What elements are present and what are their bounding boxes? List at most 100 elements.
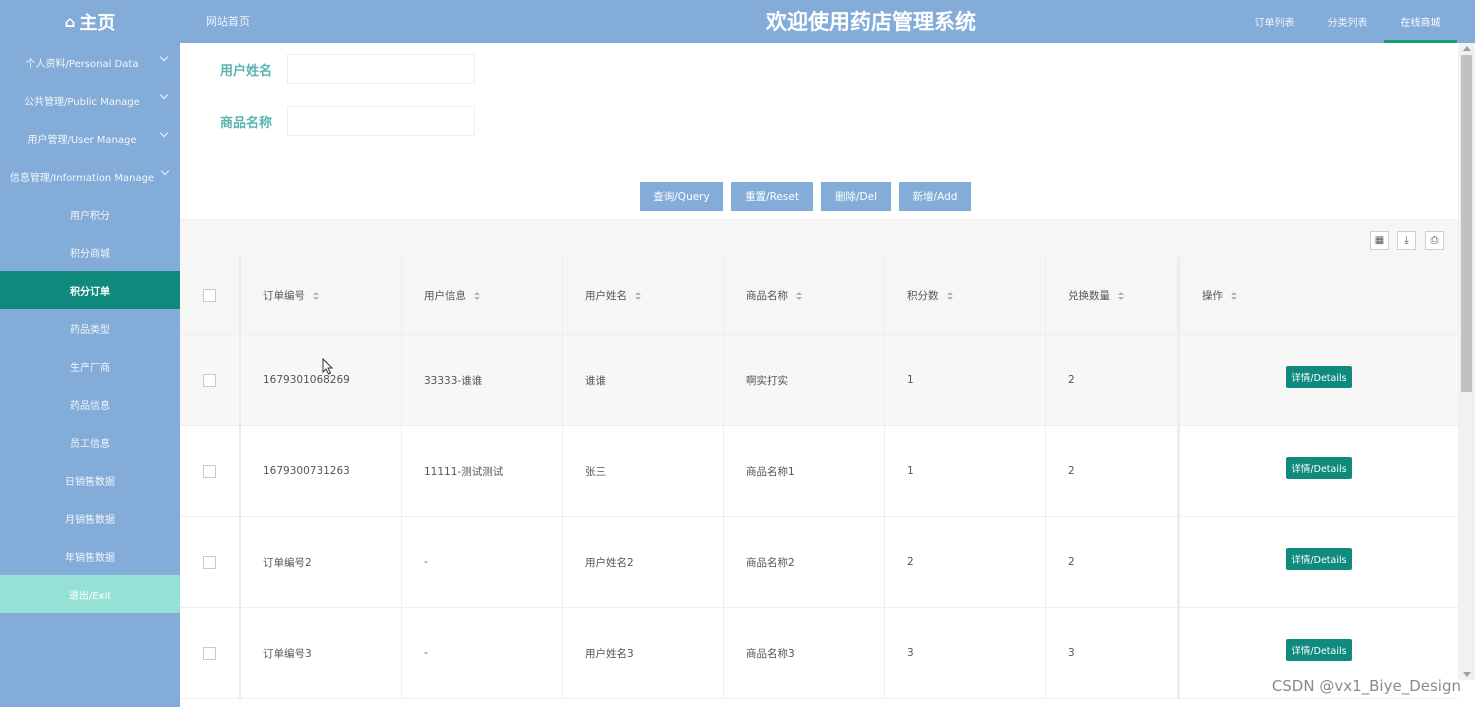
sidebar-group-label: 公共管理/Public Manage (24, 96, 140, 108)
user-name-input[interactable] (287, 54, 475, 84)
column-title: 操作 (1202, 290, 1223, 302)
column-header-points[interactable]: 积分数 (885, 257, 1046, 334)
sidebar-item-drug-types[interactable]: 药品类型 (0, 309, 180, 347)
sidebar-item-daily-sales[interactable]: 日销售数据 (0, 461, 180, 499)
sidebar-item-staff-info[interactable]: 员工信息 (0, 423, 180, 461)
column-title: 订单编号 (263, 290, 305, 302)
sidebar-item-drug-info[interactable]: 药品信息 (0, 385, 180, 423)
cell-order-no: 订单编号3 (241, 608, 402, 698)
header-checkbox-cell (180, 257, 241, 334)
column-title: 用户姓名 (585, 290, 627, 302)
scrollbar-thumb[interactable] (1461, 55, 1472, 392)
export-icon[interactable]: ⤓ (1397, 231, 1416, 250)
column-header-product-name[interactable]: 商品名称 (724, 257, 885, 334)
main-content: 用户姓名 商品名称 查询/Query 重置/Reset 删除/Del 新增/Ad… (180, 43, 1458, 707)
column-header-actions[interactable]: 操作 (1178, 257, 1458, 334)
sort-icon[interactable] (946, 291, 953, 300)
search-user-name-row: 用户姓名 (220, 54, 475, 84)
sidebar-group-personal-data[interactable]: 个人资料/Personal Data (0, 43, 180, 81)
details-button[interactable]: 详情/Details (1286, 548, 1352, 570)
row-checkbox-cell (180, 517, 241, 607)
search-product-name-row: 商品名称 (220, 106, 475, 136)
sidebar-group-information-manage[interactable]: 信息管理/Information Manage (0, 157, 180, 195)
sidebar-group-user-manage[interactable]: 用户管理/User Manage (0, 119, 180, 157)
cell-actions: 详情/Details (1178, 517, 1458, 607)
sort-icon[interactable] (313, 291, 319, 300)
brand-label: 主页 (79, 12, 116, 34)
select-all-checkbox[interactable] (203, 289, 216, 302)
chevron-down-icon (159, 128, 169, 138)
reset-button[interactable]: 重置/Reset (731, 182, 813, 211)
table-row[interactable]: 订单编号2 - 用户姓名2 商品名称2 2 2 详情/Details (180, 517, 1458, 608)
scroll-up-icon[interactable] (1463, 46, 1471, 51)
cell-user-name: 用户姓名2 (563, 517, 724, 607)
columns-icon[interactable]: ▦ (1370, 231, 1389, 250)
column-header-quantity[interactable]: 兑换数量 (1046, 257, 1178, 334)
scroll-down-icon[interactable] (1463, 672, 1471, 677)
sort-icon[interactable] (796, 291, 802, 300)
cell-actions: 详情/Details (1178, 335, 1458, 425)
sidebar-group-label: 用户管理/User Manage (27, 134, 137, 146)
sidebar-exit-button[interactable]: 退出/Exit (0, 575, 180, 613)
sidebar-item-points-mall[interactable]: 积分商城 (0, 233, 180, 271)
details-button[interactable]: 详情/Details (1286, 366, 1352, 388)
chevron-down-icon (160, 166, 170, 176)
add-button[interactable]: 新增/Add (899, 182, 971, 211)
column-title: 用户信息 (424, 290, 466, 302)
cell-quantity: 2 (1046, 517, 1178, 607)
site-home-link[interactable]: 网站首页 (206, 13, 250, 29)
column-header-order-no[interactable]: 订单编号 (241, 257, 402, 334)
cell-actions: 详情/Details (1178, 426, 1458, 516)
column-title: 兑换数量 (1068, 290, 1110, 302)
row-checkbox[interactable] (203, 646, 216, 660)
print-icon[interactable]: ⎙ (1425, 231, 1444, 250)
query-button[interactable]: 查询/Query (640, 182, 723, 211)
row-checkbox[interactable] (203, 555, 216, 569)
sort-icon[interactable] (1118, 291, 1124, 300)
sidebar-group-public-manage[interactable]: 公共管理/Public Manage (0, 81, 180, 119)
table-row[interactable]: 1679300731263 11111-测试测试 张三 商品名称1 1 2 详情… (180, 426, 1458, 517)
sort-icon[interactable] (1231, 291, 1237, 300)
sidebar-item-manufacturers[interactable]: 生产厂商 (0, 347, 180, 385)
details-button[interactable]: 详情/Details (1286, 457, 1352, 479)
cell-points: 3 (885, 608, 1046, 698)
cell-points: 1 (885, 426, 1046, 516)
watermark: CSDN @vx1_Biye_Design (1271, 677, 1461, 695)
cell-product-name: 商品名称3 (724, 608, 885, 698)
delete-button[interactable]: 删除/Del (821, 182, 891, 211)
cell-product-name: 啊实打实 (724, 335, 885, 425)
product-name-label: 商品名称 (220, 115, 273, 131)
nav-category-list[interactable]: 分类列表 (1311, 0, 1384, 43)
user-name-label: 用户姓名 (220, 63, 273, 79)
details-button[interactable]: 详情/Details (1286, 639, 1352, 661)
sidebar-item-user-points[interactable]: 用户积分 (0, 195, 180, 233)
nav-order-list[interactable]: 订单列表 (1238, 0, 1311, 43)
column-header-user-name[interactable]: 用户姓名 (563, 257, 724, 334)
cell-product-name: 商品名称1 (724, 426, 885, 516)
vertical-scrollbar[interactable] (1458, 43, 1475, 680)
row-checkbox[interactable] (203, 464, 216, 478)
column-header-user-info[interactable]: 用户信息 (402, 257, 563, 334)
table-row[interactable]: 1679301068269 33333-谁谁 谁谁 啊实打实 1 2 详情/De… (180, 335, 1458, 426)
cell-user-info: - (402, 517, 563, 607)
cell-user-name: 用户姓名3 (563, 608, 724, 698)
action-buttons: 查询/Query 重置/Reset 删除/Del 新增/Add (640, 182, 971, 211)
sidebar-item-yearly-sales[interactable]: 年销售数据 (0, 537, 180, 575)
cell-user-info: 11111-测试测试 (402, 426, 563, 516)
cell-user-name: 谁谁 (563, 335, 724, 425)
cell-quantity: 2 (1046, 426, 1178, 516)
sidebar-item-monthly-sales[interactable]: 月销售数据 (0, 499, 180, 537)
sidebar-item-points-orders[interactable]: 积分订单 (0, 271, 180, 309)
row-checkbox[interactable] (203, 373, 216, 387)
product-name-input[interactable] (287, 106, 475, 136)
table-row[interactable]: 订单编号3 - 用户姓名3 商品名称3 3 3 详情/Details (180, 608, 1458, 699)
home-icon: ⌂ (64, 12, 76, 31)
sort-icon[interactable] (474, 291, 480, 300)
nav-online-mall[interactable]: 在线商城 (1384, 0, 1457, 43)
home-link[interactable]: ⌂ 主页 (0, 0, 180, 43)
sort-icon[interactable] (635, 291, 641, 300)
table-toolbar: ▦ ⤓ ⎙ (180, 219, 1458, 257)
column-title: 商品名称 (746, 290, 788, 302)
top-header: ⌂ 主页 网站首页 欢迎使用药店管理系统 订单列表 分类列表 在线商城 (0, 0, 1475, 43)
cell-order-no: 1679301068269 (241, 335, 402, 425)
